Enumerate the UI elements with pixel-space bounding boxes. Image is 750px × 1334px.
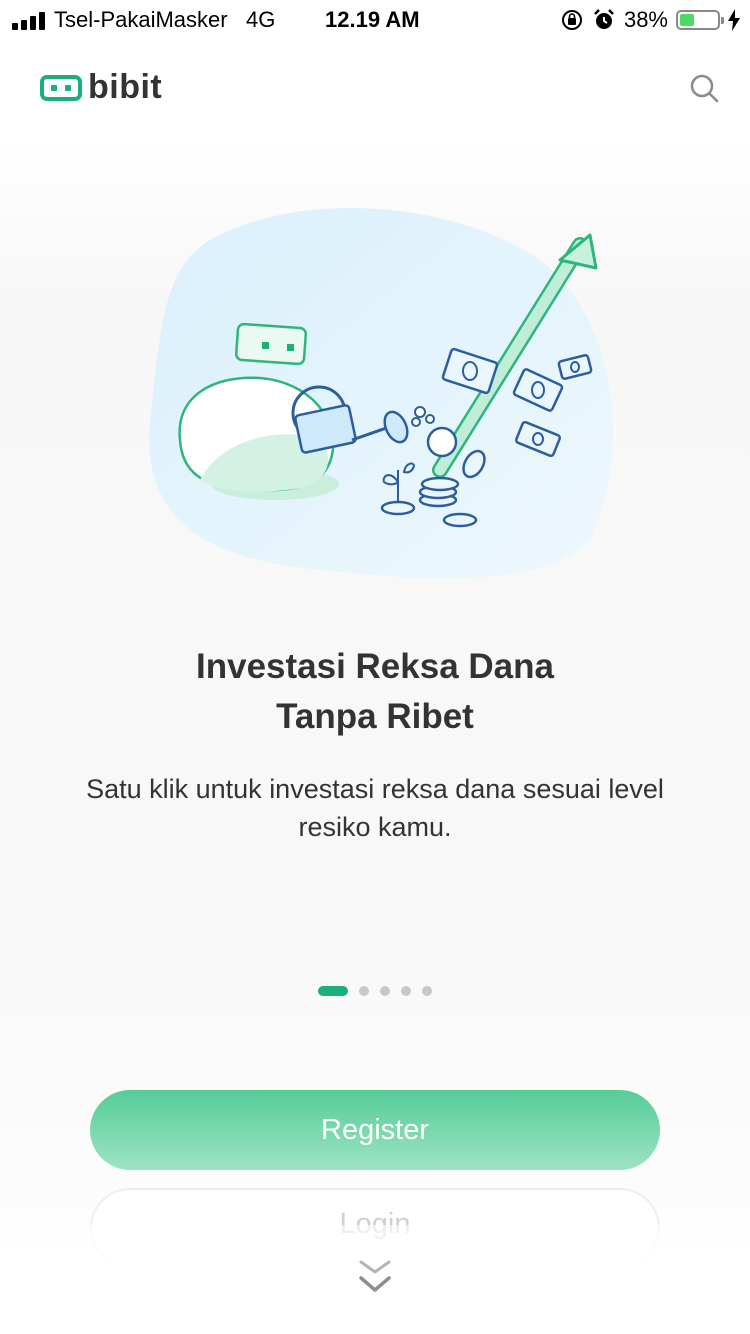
orientation-lock-icon: [561, 10, 582, 30]
signal-icon: [12, 12, 46, 30]
bibit-logo: bibit: [40, 68, 162, 107]
onboarding-subtitle: Satu klik untuk investasi reksa dana ses…: [86, 774, 664, 842]
page-dot-4[interactable]: [401, 986, 411, 996]
network-type: 4G: [245, 7, 276, 32]
title-line-1: Investasi Reksa Dana: [196, 647, 554, 686]
double-chevron-down-icon[interactable]: [355, 1258, 395, 1298]
bibit-logo-icon: [40, 74, 82, 101]
page-dot-3[interactable]: [380, 986, 390, 996]
carrier-label: Tsel-PakaiMasker 4G: [54, 7, 276, 32]
charging-icon: [728, 9, 740, 31]
register-button[interactable]: Register: [90, 1090, 660, 1170]
page-dot-1[interactable]: [318, 986, 348, 996]
app-header: bibit: [0, 60, 750, 120]
investment-illustration: [149, 207, 613, 579]
battery-percent: 38%: [623, 7, 668, 32]
status-time: 12.19 AM: [325, 7, 420, 32]
logo-text: bibit: [88, 68, 163, 106]
title-line-2: Tanpa Ribet: [276, 697, 474, 736]
status-bar: Tsel-PakaiMasker 4G 12.19 AM 38%: [0, 0, 750, 40]
page-indicator: [0, 986, 750, 996]
page-dot-2[interactable]: [359, 986, 369, 996]
alarm-icon: [594, 9, 614, 29]
battery-icon: [676, 10, 724, 30]
search-icon[interactable]: [688, 72, 720, 104]
onboarding-title: Investasi Reksa Dana Tanpa Ribet: [0, 642, 750, 742]
page-dot-5[interactable]: [422, 986, 432, 996]
